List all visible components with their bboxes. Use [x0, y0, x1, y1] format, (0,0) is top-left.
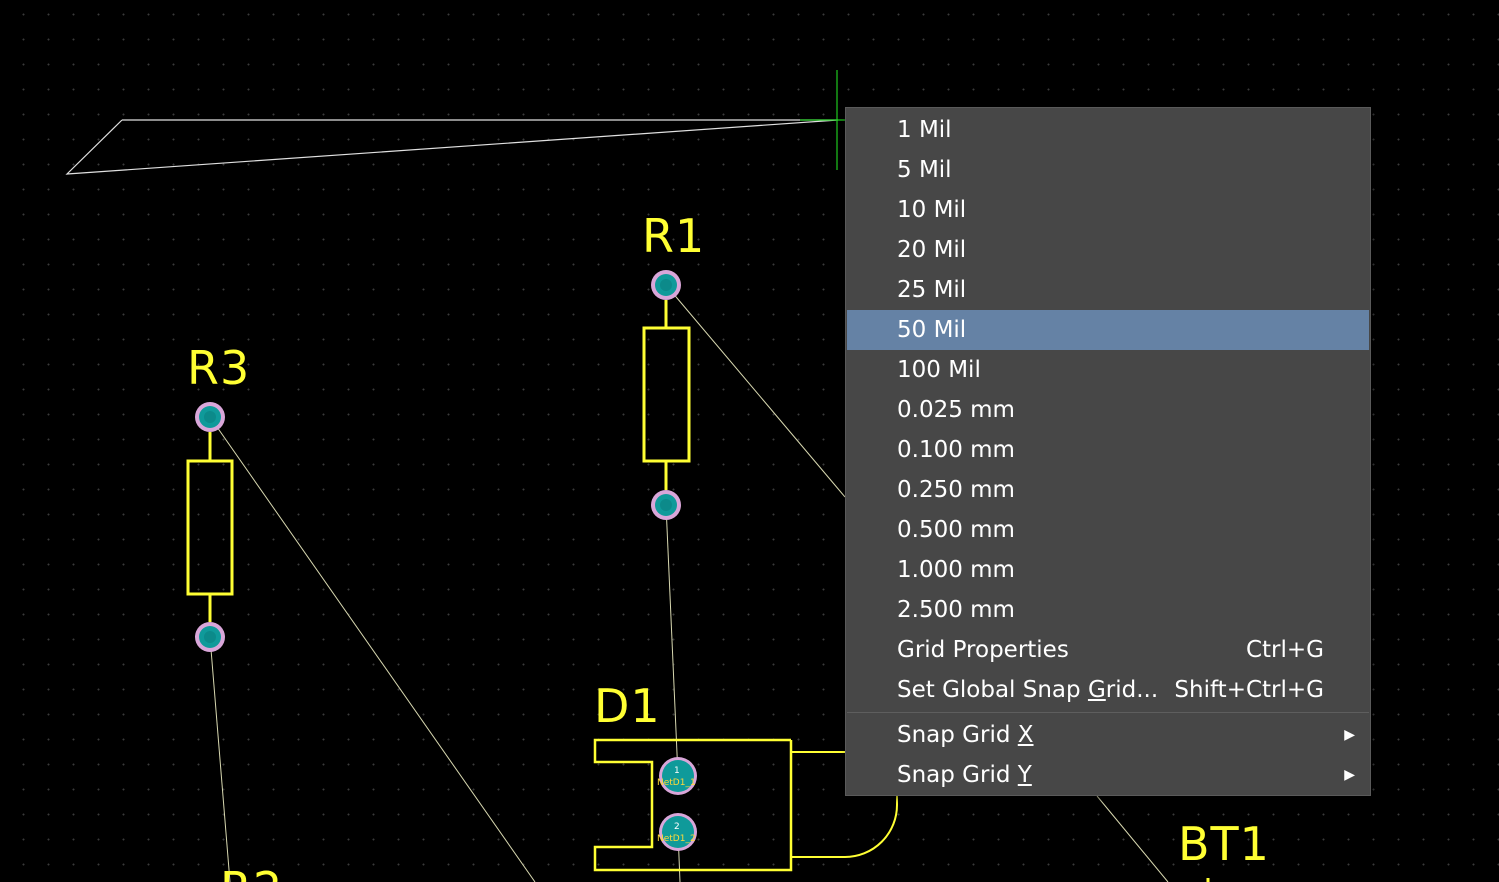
pad-hole	[660, 279, 672, 291]
footprint-r1[interactable]	[642, 270, 691, 520]
menu-item-grid-50mil[interactable]: 50 Mil	[847, 310, 1369, 350]
ratsnest-line	[209, 416, 536, 882]
pad-hole	[204, 631, 216, 643]
ratsnest-line	[665, 284, 846, 498]
menu-item-grid-20mil[interactable]: 20 Mil	[847, 230, 1369, 270]
menu-item-grid-5mil[interactable]: 5 Mil	[847, 150, 1369, 190]
d1-outline	[593, 738, 793, 872]
d1-arc	[791, 796, 898, 858]
menu-item-grid-1mil[interactable]: 1 Mil	[847, 110, 1369, 150]
set-global-snap-grid-label-start: Set Global Snap	[897, 677, 1088, 703]
menu-item-grid-properties[interactable]: Grid Properties Ctrl+G	[847, 630, 1369, 670]
menu-item-set-global-snap-grid[interactable]: Set Global Snap Grid... Shift+Ctrl+G	[847, 670, 1369, 710]
menu-item-grid-0-250mm[interactable]: 0.250 mm	[847, 470, 1369, 510]
submenu-arrow-icon: ▶	[1344, 727, 1355, 743]
pad-hole	[660, 499, 672, 511]
d1-pad1-net: NetD1_1	[657, 778, 696, 788]
ref-bt1[interactable]: BT1	[1178, 821, 1270, 867]
d1-pad1-number: 1	[674, 766, 680, 776]
snap-grid-x-label: Snap Grid	[897, 722, 1018, 748]
snap-grid-y-label: Snap Grid	[897, 762, 1018, 788]
menu-item-grid-25mil[interactable]: 25 Mil	[847, 270, 1369, 310]
grid-context-menu[interactable]: 1 Mil 5 Mil 10 Mil 20 Mil 25 Mil 50 Mil …	[845, 107, 1371, 796]
ratsnest-line	[1096, 795, 1169, 882]
ref-d1[interactable]: D1	[594, 683, 661, 729]
r3-body	[186, 459, 234, 596]
set-global-snap-grid-label-end: rid...	[1105, 677, 1159, 703]
menu-item-snap-grid-x[interactable]: Snap Grid X ▶	[847, 715, 1369, 755]
menu-item-grid-1-000mm[interactable]: 1.000 mm	[847, 550, 1369, 590]
menu-separator	[847, 712, 1369, 713]
snap-grid-y-mnemonic: Y	[1017, 762, 1032, 788]
grid-properties-label: Grid Properties	[897, 637, 1069, 663]
ratsnest-line	[209, 636, 231, 882]
ratsnest-line	[665, 504, 679, 777]
menu-item-snap-grid-y[interactable]: Snap Grid Y ▶	[847, 755, 1369, 795]
set-global-snap-grid-mnemonic: G	[1087, 677, 1106, 703]
submenu-arrow-icon: ▶	[1344, 767, 1355, 783]
grid-properties-shortcut: Ctrl+G	[1245, 637, 1324, 663]
menu-item-grid-0-025mm[interactable]: 0.025 mm	[847, 390, 1369, 430]
ref-r3[interactable]: R3	[187, 345, 250, 391]
d1-pad2-number: 2	[674, 822, 680, 832]
drag-outline	[65, 119, 839, 175]
d1-pad2-net: NetD1_2	[657, 834, 696, 844]
menu-item-grid-10mil[interactable]: 10 Mil	[847, 190, 1369, 230]
snap-grid-x-mnemonic: X	[1017, 722, 1034, 748]
menu-item-grid-2-500mm[interactable]: 2.500 mm	[847, 590, 1369, 630]
ref-r2-partial[interactable]: R2	[220, 866, 283, 882]
menu-item-grid-100mil[interactable]: 100 Mil	[847, 350, 1369, 390]
ref-r1[interactable]: R1	[642, 213, 705, 259]
menu-item-grid-0-500mm[interactable]: 0.500 mm	[847, 510, 1369, 550]
pad-hole	[204, 411, 216, 423]
set-global-snap-grid-shortcut: Shift+Ctrl+G	[1174, 677, 1324, 703]
menu-item-grid-0-100mm[interactable]: 0.100 mm	[847, 430, 1369, 470]
r1-body	[642, 326, 691, 463]
